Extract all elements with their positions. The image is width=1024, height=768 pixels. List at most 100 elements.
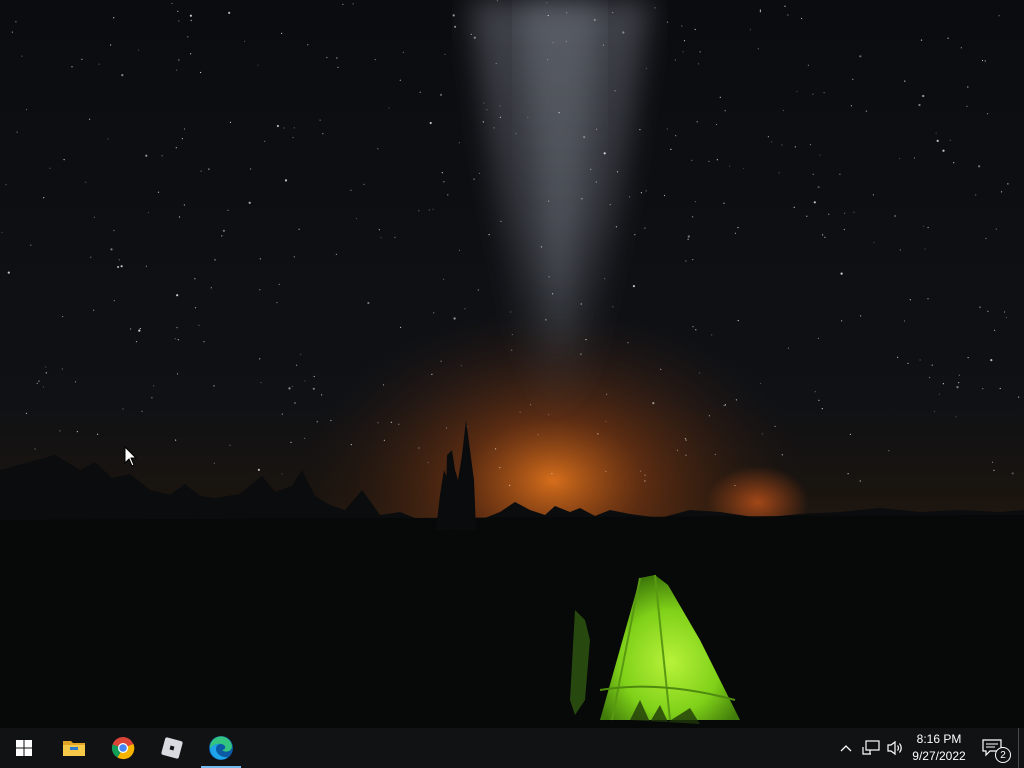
star bbox=[595, 128, 598, 130]
star bbox=[859, 480, 861, 482]
star bbox=[76, 431, 78, 433]
star bbox=[986, 113, 989, 115]
taskbar-app-file-explorer[interactable] bbox=[50, 728, 98, 768]
star bbox=[402, 51, 404, 54]
taskbar-app-google-chrome[interactable] bbox=[99, 728, 147, 768]
star bbox=[38, 380, 40, 382]
star bbox=[441, 172, 443, 174]
star bbox=[176, 373, 179, 375]
network-status-button[interactable] bbox=[859, 728, 883, 768]
star bbox=[298, 228, 300, 230]
star bbox=[478, 172, 480, 174]
star bbox=[74, 381, 77, 383]
star bbox=[993, 469, 995, 471]
star bbox=[213, 385, 215, 387]
star bbox=[947, 37, 949, 39]
star bbox=[824, 236, 826, 238]
star bbox=[1018, 396, 1020, 398]
show-desktop-button[interactable] bbox=[1018, 728, 1024, 768]
star bbox=[609, 204, 611, 206]
star bbox=[985, 237, 987, 240]
star bbox=[839, 173, 841, 175]
star bbox=[419, 91, 421, 93]
star bbox=[999, 387, 1001, 390]
star bbox=[847, 473, 849, 475]
star bbox=[1005, 317, 1008, 319]
star bbox=[580, 353, 582, 355]
star bbox=[787, 347, 790, 349]
star bbox=[259, 358, 261, 360]
star bbox=[378, 229, 380, 231]
star bbox=[806, 215, 808, 217]
star bbox=[153, 385, 155, 387]
star bbox=[200, 71, 202, 74]
star bbox=[675, 135, 677, 137]
star bbox=[515, 133, 517, 135]
star bbox=[794, 146, 796, 148]
star bbox=[743, 167, 745, 169]
clock[interactable]: 8:16 PM 9/27/2022 bbox=[906, 728, 972, 768]
star bbox=[122, 408, 124, 410]
star bbox=[213, 258, 217, 261]
star bbox=[107, 138, 109, 140]
star bbox=[93, 309, 95, 311]
star bbox=[551, 473, 553, 475]
star bbox=[509, 484, 511, 486]
star bbox=[176, 294, 179, 297]
star bbox=[454, 25, 457, 28]
star bbox=[694, 201, 697, 203]
star bbox=[787, 14, 789, 16]
star bbox=[923, 225, 925, 227]
star bbox=[30, 244, 32, 246]
star bbox=[486, 109, 488, 111]
star bbox=[920, 39, 923, 41]
star bbox=[530, 404, 532, 406]
star bbox=[737, 320, 739, 322]
star bbox=[174, 338, 176, 340]
edge-icon bbox=[209, 736, 233, 760]
star bbox=[145, 265, 147, 267]
action-center-button[interactable]: 2 bbox=[978, 728, 1014, 768]
star bbox=[694, 28, 696, 31]
star bbox=[719, 96, 721, 98]
star bbox=[281, 413, 283, 415]
star bbox=[213, 462, 215, 464]
star bbox=[175, 147, 177, 149]
star bbox=[692, 326, 694, 328]
star bbox=[565, 40, 568, 42]
star bbox=[958, 382, 960, 384]
star bbox=[183, 204, 185, 206]
star bbox=[363, 183, 365, 185]
star bbox=[734, 484, 736, 487]
star bbox=[841, 320, 843, 322]
taskbar-app-roblox[interactable] bbox=[148, 728, 196, 768]
star bbox=[812, 93, 814, 95]
taskbar-app-microsoft-edge[interactable] bbox=[197, 728, 245, 768]
star bbox=[377, 148, 379, 150]
star bbox=[904, 80, 906, 82]
star bbox=[229, 444, 231, 446]
star bbox=[290, 441, 292, 443]
star bbox=[499, 105, 501, 107]
star bbox=[288, 387, 291, 390]
star bbox=[828, 213, 830, 215]
star bbox=[924, 248, 926, 250]
star bbox=[994, 329, 996, 331]
notification-count-badge: 2 bbox=[995, 747, 1011, 763]
star bbox=[63, 159, 65, 161]
star bbox=[616, 171, 619, 173]
desktop[interactable] bbox=[0, 0, 1024, 728]
star bbox=[178, 20, 180, 22]
star bbox=[682, 51, 684, 53]
star bbox=[7, 271, 10, 274]
show-hidden-icons-button[interactable] bbox=[836, 728, 856, 768]
star bbox=[660, 368, 662, 370]
volume-button[interactable] bbox=[884, 728, 906, 768]
star bbox=[548, 276, 550, 278]
star bbox=[711, 334, 713, 336]
star bbox=[627, 342, 629, 344]
start-button[interactable] bbox=[0, 728, 48, 768]
star bbox=[593, 18, 596, 21]
star bbox=[222, 229, 225, 232]
star bbox=[210, 287, 212, 289]
